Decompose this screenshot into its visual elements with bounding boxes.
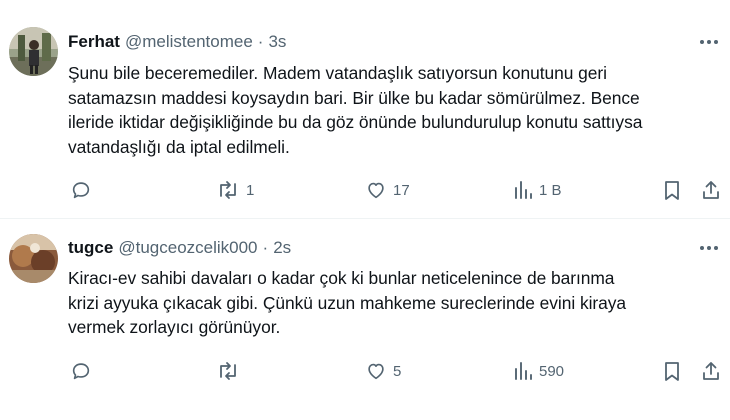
views-icon: [513, 360, 533, 382]
timestamp[interactable]: 3s: [268, 32, 286, 52]
like-button[interactable]: 17: [365, 176, 410, 204]
timestamp[interactable]: 2s: [273, 238, 291, 258]
reply-button[interactable]: [70, 357, 92, 385]
tweet[interactable]: tugce @tugceozcelik000 · 2s Kiracı-ev sa…: [0, 219, 730, 420]
tweet[interactable]: Ferhat @melistentomee · 3s Şunu bile bec…: [0, 0, 730, 219]
like-icon: [365, 179, 387, 201]
bookmark-icon: [662, 179, 682, 201]
retweet-icon: [216, 360, 240, 382]
retweet-button[interactable]: 1: [216, 176, 254, 204]
bookmark-button[interactable]: [662, 176, 682, 204]
like-count: 17: [393, 181, 410, 199]
user-handle[interactable]: @tugceozcelik000: [118, 238, 257, 258]
retweet-icon: [216, 179, 240, 201]
action-bar: 5 590: [68, 357, 728, 385]
like-icon: [365, 360, 387, 382]
views-count: 590: [539, 362, 565, 380]
separator-dot: ·: [262, 238, 269, 257]
views-count: 1 B: [539, 181, 562, 199]
user-handle[interactable]: @melistentomee: [125, 32, 253, 52]
share-button[interactable]: [700, 176, 722, 204]
tweet-text: Şunu bile beceremediler. Madem vatandaşl…: [68, 63, 643, 157]
reply-button[interactable]: [70, 176, 92, 204]
action-bar: 1 17 1 B: [68, 176, 728, 204]
bookmark-icon: [662, 360, 682, 382]
separator-dot: ·: [257, 32, 264, 51]
retweet-button[interactable]: [216, 357, 246, 385]
more-icon[interactable]: [696, 238, 722, 258]
reply-icon: [70, 179, 92, 201]
like-button[interactable]: 5: [365, 357, 401, 385]
tweet-header: tugce @tugceozcelik000 · 2s: [68, 236, 291, 260]
share-icon: [700, 179, 722, 201]
avatar[interactable]: [9, 27, 58, 76]
like-count: 5: [393, 362, 402, 380]
bookmark-button[interactable]: [662, 357, 682, 385]
views-icon: [513, 179, 533, 201]
more-icon[interactable]: [696, 32, 722, 52]
views-button[interactable]: 590: [513, 357, 564, 385]
display-name[interactable]: Ferhat: [68, 32, 120, 52]
avatar[interactable]: [9, 234, 58, 283]
share-icon: [700, 360, 722, 382]
tweet-header: Ferhat @melistentomee · 3s: [68, 30, 286, 54]
views-button[interactable]: 1 B: [513, 176, 562, 204]
display-name[interactable]: tugce: [68, 238, 113, 258]
retweet-count: 1: [246, 181, 255, 199]
share-button[interactable]: [700, 357, 722, 385]
tweet-text: Kiracı-ev sahibi davaları o kadar çok ki…: [68, 268, 627, 337]
reply-icon: [70, 360, 92, 382]
